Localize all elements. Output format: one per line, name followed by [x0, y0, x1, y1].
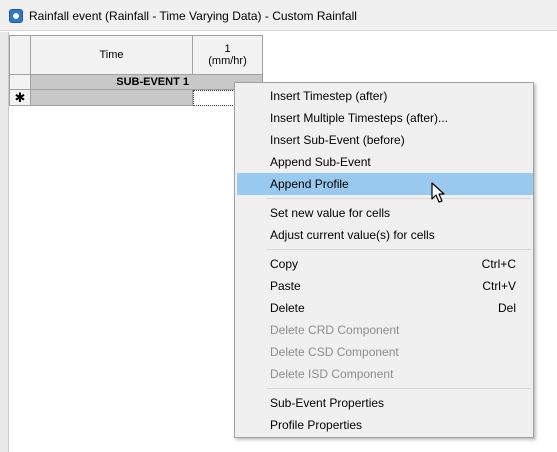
menu-item-label: Delete ISD Component	[270, 367, 394, 381]
column-header-rainfall-number: 1	[224, 43, 231, 55]
menu-item-label: Sub-Event Properties	[270, 396, 385, 410]
grid-corner-header[interactable]	[9, 35, 31, 75]
menu-item-insert-timestep[interactable]: Insert Timestep (after)	[237, 85, 533, 107]
menu-item-delete[interactable]: Delete Del	[237, 297, 533, 319]
menu-item-label: Insert Multiple Timesteps (after)...	[270, 111, 449, 125]
left-frame-edge	[0, 32, 9, 452]
menu-item-label: Delete CRD Component	[270, 323, 400, 337]
menu-item-label: Set new value for cells	[270, 206, 391, 220]
menu-item-set-new-value[interactable]: Set new value for cells	[237, 202, 533, 224]
menu-item-label: Adjust current value(s) for cells	[270, 228, 435, 242]
mouse-pointer-icon	[431, 182, 445, 203]
row-header[interactable]	[9, 75, 31, 90]
column-header-time[interactable]: Time	[31, 35, 193, 75]
menu-item-insert-sub-event[interactable]: Insert Sub-Event (before)	[237, 129, 533, 151]
new-row-marker[interactable]: ✱	[9, 90, 31, 106]
menu-item-delete-isd-component: Delete ISD Component	[237, 363, 533, 385]
menu-item-label: Delete CSD Component	[270, 345, 399, 359]
menu-item-label: Insert Timestep (after)	[270, 89, 388, 103]
sub-event-label[interactable]: SUB-EVENT 1	[31, 75, 263, 90]
menu-item-label: Append Profile	[270, 177, 349, 191]
menu-item-shortcut: Ctrl+C	[481, 257, 516, 271]
menu-item-label: Insert Sub-Event (before)	[270, 133, 405, 147]
menu-item-shortcut: Del	[497, 301, 516, 315]
menu-item-append-sub-event[interactable]: Append Sub-Event	[237, 151, 533, 173]
menu-item-label: Delete	[270, 301, 305, 315]
menu-separator	[267, 198, 531, 199]
menu-item-shortcut: Ctrl+V	[482, 279, 516, 293]
column-header-time-label: Time	[99, 49, 124, 61]
menu-item-insert-multiple-timesteps[interactable]: Insert Multiple Timesteps (after)...	[237, 107, 533, 129]
menu-item-label: Copy	[270, 257, 299, 271]
menu-separator	[267, 249, 531, 250]
column-header-rainfall[interactable]: 1 (mm/hr)	[193, 35, 263, 75]
title-bar: Rainfall event (Rainfall - Time Varying …	[0, 0, 557, 31]
menu-item-label: Append Sub-Event	[270, 155, 371, 169]
menu-item-sub-event-properties[interactable]: Sub-Event Properties	[237, 392, 533, 414]
app-icon[interactable]	[9, 9, 23, 23]
context-menu: Insert Timestep (after) Insert Multiple …	[234, 82, 534, 438]
menu-item-adjust-current-value[interactable]: Adjust current value(s) for cells	[237, 224, 533, 246]
window-title: Rainfall event (Rainfall - Time Varying …	[29, 9, 357, 23]
column-header-rainfall-unit: (mm/hr)	[208, 55, 247, 67]
menu-item-paste[interactable]: Paste Ctrl+V	[237, 275, 533, 297]
menu-item-label: Paste	[270, 279, 301, 293]
time-cell[interactable]	[31, 90, 193, 106]
menu-item-copy[interactable]: Copy Ctrl+C	[237, 253, 533, 275]
menu-item-label: Profile Properties	[270, 418, 363, 432]
menu-item-profile-properties[interactable]: Profile Properties	[237, 414, 533, 436]
menu-item-delete-crd-component: Delete CRD Component	[237, 319, 533, 341]
menu-item-append-profile[interactable]: Append Profile	[237, 173, 533, 195]
menu-separator	[267, 388, 531, 389]
menu-item-delete-csd-component: Delete CSD Component	[237, 341, 533, 363]
